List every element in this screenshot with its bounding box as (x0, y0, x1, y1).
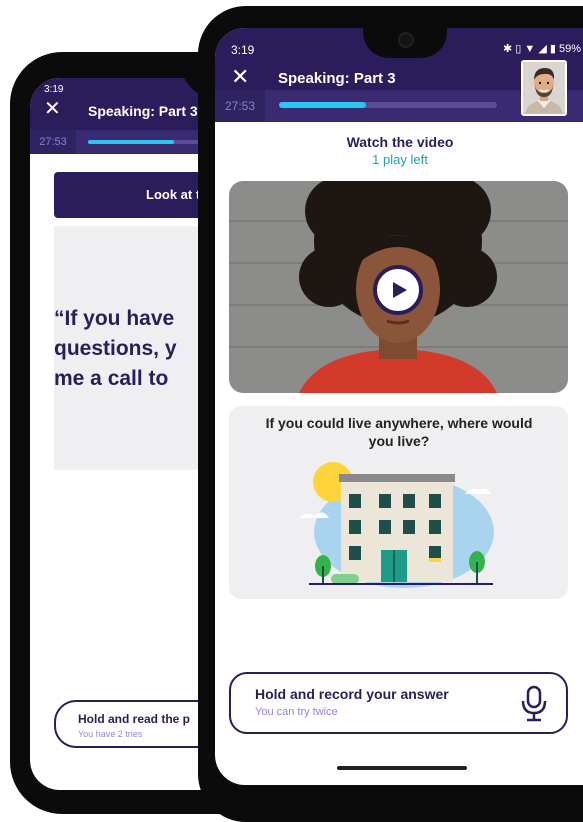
apartment-building-illustration (297, 462, 494, 588)
back-hold-title: Hold and read the p (78, 712, 191, 726)
front-phone: 3:19 ✱ ▯ ▼ ◢ ▮ 59% ✕ Speaking: Part 3 27… (198, 6, 583, 822)
close-icon[interactable]: ✕ (231, 66, 249, 88)
notch (363, 28, 447, 58)
status-icons: ✱ ▯ ▼ ◢ ▮ 59% (503, 42, 581, 55)
plays-left-label: 1 play left (372, 152, 428, 167)
status-time: 3:19 (231, 43, 255, 57)
back-hold-subtitle: You have 2 tries (78, 729, 143, 739)
back-close-icon[interactable]: ✕ (44, 99, 61, 119)
camera-icon (398, 32, 414, 48)
vibrate-icon: ▯ (515, 43, 522, 55)
countdown-timer: 27:53 (215, 90, 265, 122)
page-title: Speaking: Part 3 (278, 70, 396, 87)
back-quote-line: “If you have (54, 307, 175, 330)
home-indicator[interactable] (337, 766, 467, 770)
battery-icon: ▮ (549, 43, 556, 55)
watch-video-heading: Watch the video (346, 134, 454, 150)
record-answer-button[interactable]: Hold and record your answer You can try … (229, 672, 568, 734)
progress-fill (279, 102, 367, 108)
play-icon (393, 282, 407, 298)
video-player[interactable] (229, 181, 568, 393)
back-status-time: 3:19 (44, 84, 64, 95)
front-phone-screen: 3:19 ✱ ▯ ▼ ◢ ▮ 59% ✕ Speaking: Part 3 27… (215, 28, 583, 785)
wifi-icon: ▼ (524, 43, 536, 55)
back-quote-line: questions, y (54, 337, 177, 360)
tutor-avatar (521, 60, 567, 116)
back-page-title: Speaking: Part 3 (88, 103, 198, 119)
back-timer: 27:53 (30, 130, 76, 154)
question-card: If you could live anywhere, where would … (229, 406, 568, 599)
record-answer-title: Hold and record your answer (255, 686, 449, 702)
bluetooth-icon: ✱ (502, 43, 513, 55)
record-answer-subtitle: You can try twice (255, 706, 338, 718)
play-button[interactable] (373, 265, 423, 315)
progress-track (279, 102, 497, 108)
back-quote-text: “If you have questions, y me a call to (54, 304, 177, 394)
battery-level: 59% (558, 43, 581, 55)
tutor-avatar-image (523, 62, 565, 114)
microphone-icon (521, 685, 547, 722)
question-text: If you could live anywhere, where would … (265, 415, 533, 449)
back-look-button-label: Look at t (146, 187, 201, 202)
back-progress-fill (88, 140, 174, 144)
signal-icon: ◢ (538, 43, 547, 55)
back-quote-line: me a call to (54, 367, 169, 390)
